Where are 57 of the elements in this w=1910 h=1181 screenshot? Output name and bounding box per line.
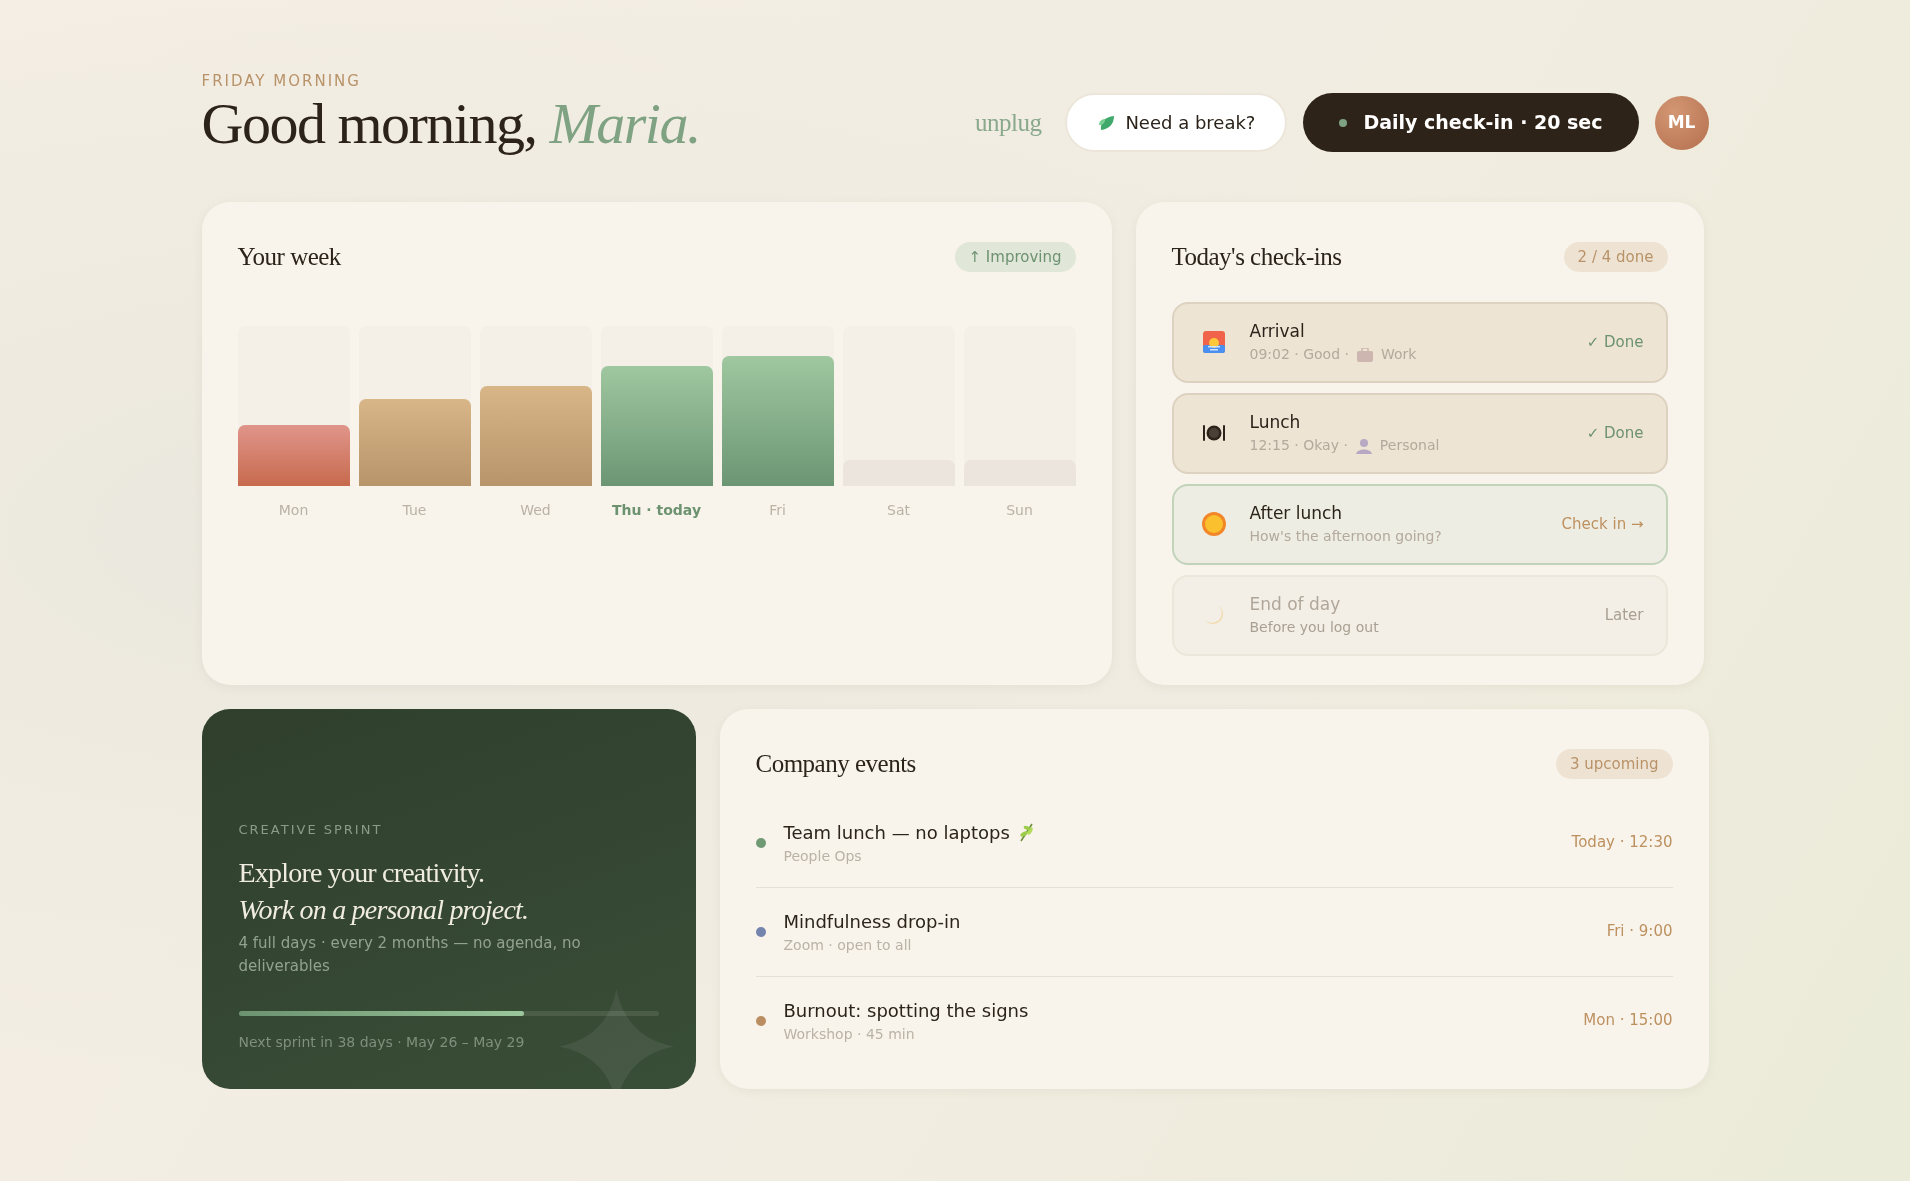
sprint-heading: Explore your creativity. (238, 856, 486, 891)
event-subtitle: Workshop · 45 min (783, 1024, 916, 1044)
card-title: Today's check-ins (1171, 242, 1342, 272)
event-subtitle: Zoom · open to all (783, 935, 913, 955)
sunrise-icon (1201, 330, 1226, 354)
check-in-item[interactable]: Arrival 09:02 · Good · Work ✓ Done (1171, 301, 1668, 383)
sparkle-icon (558, 989, 674, 1089)
check-in-status: ✓ Done (1586, 422, 1644, 444)
check-in-item[interactable]: After lunch How's the afternoon going? Check in → (1171, 483, 1668, 565)
event-time: Fri · 9:00 (1606, 921, 1673, 943)
event-time: Today · 12:30 (1571, 832, 1673, 854)
day-label: Wed (519, 500, 552, 520)
card-title: Company events (755, 749, 916, 779)
check-in-item[interactable]: Lunch 12:15 · Okay · Personal ✓ Done (1171, 392, 1668, 474)
check-in-status: Later (1604, 604, 1644, 626)
event-title: Burnout: spotting the signs (783, 998, 1029, 1023)
check-in-title: Lunch (1249, 410, 1302, 434)
check-in-title: After lunch (1249, 501, 1344, 525)
check-in-title: Arrival (1249, 319, 1306, 343)
event-title: Mindfulness drop-in (783, 909, 961, 934)
day-label: FRIDAY MORNING (201, 70, 362, 92)
card-title: Your week (237, 242, 341, 272)
person-icon (1355, 437, 1372, 454)
sprint-subheading: Work on a personal project. (238, 892, 530, 927)
sprint-footer: Next sprint in 38 days · May 26 – May 29 (238, 1032, 659, 1053)
check-in-detail: How's the afternoon going? (1249, 527, 1442, 547)
check-in-status: ✓ Done (1586, 331, 1644, 353)
status-dot (1339, 118, 1348, 127)
day-label: Tue (401, 500, 428, 520)
check-in-detail: 12:15 · Okay · (1249, 436, 1348, 456)
day-label: Sat (886, 500, 911, 520)
check-in-detail: Before you log out (1249, 618, 1379, 638)
sprint-description: 4 full days · every 2 months — no agenda, no deliverables (238, 933, 582, 977)
greeting-heading: Good morning, Maria. (201, 92, 700, 156)
count-tag: 3 upcoming (1555, 748, 1673, 779)
check-in-detail: 09:02 · Good · (1249, 345, 1349, 365)
event-time: Mon · 15:00 (1583, 1010, 1673, 1032)
briefcase-icon (1356, 347, 1373, 362)
check-in-status: Check in → (1561, 513, 1644, 535)
herb-icon (1017, 822, 1036, 842)
section-label: CREATIVE SPRINT (238, 820, 384, 839)
event-title: Team lunch — no laptops (783, 820, 1010, 845)
day-label: Sun (1005, 500, 1034, 520)
sun-icon (1200, 511, 1227, 537)
check-in-tag: Personal (1379, 435, 1440, 457)
brand-logo: unplug (974, 107, 1042, 138)
event-subtitle: People Ops (783, 846, 863, 866)
trend-tag: ↑ Improving (954, 241, 1076, 272)
check-in-tag: Work (1380, 344, 1417, 366)
day-label: Mon (277, 500, 310, 520)
day-label: Thu · today (611, 500, 702, 520)
break-button[interactable]: Need a break? (1065, 93, 1288, 152)
progress-tag: 2 / 4 done (1563, 241, 1668, 272)
day-label: Fri (768, 500, 787, 520)
plate-icon (1201, 422, 1226, 444)
check-in-title: End of day (1249, 592, 1342, 616)
daily-check-in-button[interactable]: Daily check-in · 20 sec (1303, 93, 1639, 152)
